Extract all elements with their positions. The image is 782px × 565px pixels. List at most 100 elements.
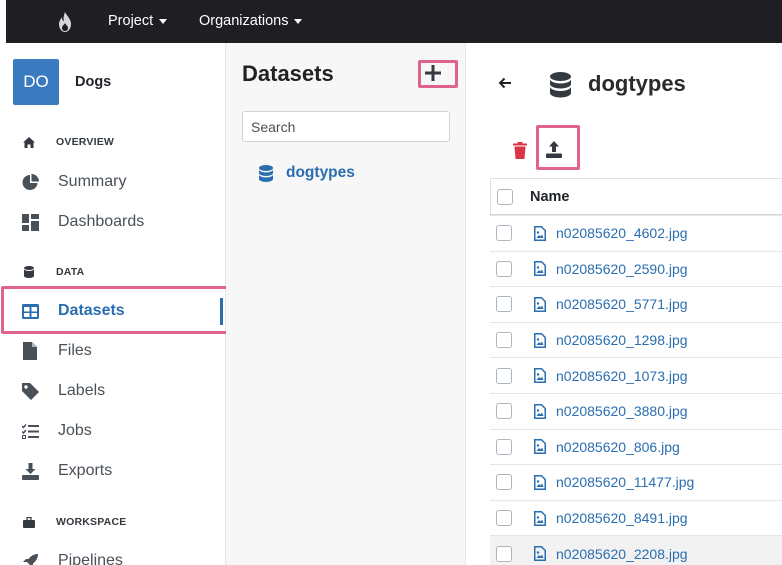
upload-button[interactable] (546, 141, 562, 158)
image-file-icon (534, 403, 546, 419)
sidebar-item-label: Exports (58, 462, 113, 479)
sidebar-item-label: Datasets (58, 302, 125, 319)
file-name-link[interactable]: n02085620_3880.jpg (556, 403, 688, 419)
database-icon (22, 265, 36, 279)
database-icon (259, 164, 273, 182)
image-file-icon (534, 261, 546, 277)
back-arrow-icon[interactable] (497, 75, 513, 91)
delete-button[interactable] (513, 142, 527, 159)
project-name[interactable]: Dogs (75, 74, 111, 90)
table-row[interactable]: n02085620_8491.jpg (490, 499, 782, 536)
file-name-link[interactable]: n02085620_8491.jpg (556, 510, 688, 526)
file-name-link[interactable]: n02085620_5771.jpg (556, 296, 688, 312)
sidebar-item-pipelines[interactable]: Pipelines (0, 541, 226, 565)
file-name-link[interactable]: n02085620_2208.jpg (556, 546, 688, 562)
file-icon (21, 342, 39, 360)
row-checkbox[interactable] (496, 545, 512, 562)
sidebar-item-label: Dashboards (58, 213, 145, 230)
sidebar-item-label: Jobs (58, 422, 92, 439)
image-file-icon (534, 332, 546, 348)
dataset-search-input[interactable] (242, 111, 450, 142)
briefcase-icon (22, 515, 36, 529)
project-menu-label: Project (108, 13, 154, 29)
project-menu[interactable]: Project (108, 13, 168, 29)
active-indicator (220, 298, 223, 325)
sidebar-item-label: Summary (58, 173, 127, 190)
table-row[interactable]: n02085620_1073.jpg (490, 357, 782, 393)
row-checkbox[interactable] (496, 403, 512, 420)
table-row[interactable]: n02085620_3880.jpg (490, 392, 782, 429)
table-row[interactable]: n02085620_806.jpg (490, 428, 782, 465)
row-checkbox[interactable] (496, 332, 512, 349)
row-checkbox[interactable] (496, 296, 512, 313)
dataset-list-item[interactable]: dogtypes (259, 164, 355, 182)
section-overview-label: OVERVIEW (56, 136, 115, 148)
sidebar-item-labels[interactable]: Labels (0, 371, 226, 411)
section-data: DATA (22, 265, 84, 279)
organizations-menu[interactable]: Organizations (199, 13, 303, 29)
file-name-link[interactable]: n02085620_1073.jpg (556, 368, 688, 384)
table-row[interactable]: n02085620_2590.jpg (490, 250, 782, 287)
sidebar-item-label: Files (58, 342, 92, 359)
table-row[interactable]: n02085620_1298.jpg (490, 321, 782, 358)
row-checkbox[interactable] (496, 225, 512, 242)
image-file-icon (534, 225, 546, 241)
sidebar-item-label: Labels (58, 382, 106, 399)
dashboard-grid-icon (21, 213, 39, 231)
dataset-detail: dogtypes Name n02085620_4602.jpg n0208562… (467, 43, 782, 565)
pie-chart-icon (21, 173, 39, 191)
tasks-list-icon (21, 422, 39, 440)
section-overview: OVERVIEW (22, 135, 114, 149)
top-navbar: Project Organizations (0, 0, 782, 43)
section-workspace-label: WORKSPACE (56, 516, 127, 528)
row-checkbox[interactable] (496, 438, 512, 455)
files-table: Name n02085620_4602.jpg n02085620_2590.jp… (490, 178, 782, 565)
download-icon (21, 462, 39, 480)
sidebar-item-datasets[interactable]: Datasets (0, 291, 226, 331)
table-row[interactable]: n02085620_4602.jpg (490, 215, 782, 251)
navbar-edge (0, 0, 6, 43)
section-data-label: DATA (56, 266, 85, 278)
file-name-link[interactable]: n02085620_806.jpg (556, 439, 680, 455)
add-dataset-button[interactable] (425, 65, 441, 81)
chevron-down-icon (159, 18, 168, 24)
sidebar-item-label: Pipelines (58, 552, 123, 565)
sidebar-item-files[interactable]: Files (0, 331, 226, 371)
row-checkbox[interactable] (496, 367, 512, 384)
database-icon (550, 72, 571, 98)
sidebar-item-exports[interactable]: Exports (0, 451, 226, 491)
image-file-icon (534, 474, 546, 490)
file-name-link[interactable]: n02085620_1298.jpg (556, 332, 688, 348)
datasets-panel-title: Datasets (242, 61, 334, 86)
flame-logo-icon[interactable] (56, 11, 74, 33)
select-all-checkbox[interactable] (497, 188, 513, 205)
row-checkbox[interactable] (496, 474, 512, 491)
datasets-panel: Datasets dogtypes (226, 43, 466, 565)
table-row[interactable]: n02085620_11477.jpg (490, 464, 782, 500)
file-name-link[interactable]: n02085620_2590.jpg (556, 261, 688, 277)
dataset-title: dogtypes (588, 71, 686, 96)
row-checkbox[interactable] (496, 510, 512, 527)
image-file-icon (534, 439, 546, 455)
table-header: Name (490, 178, 782, 215)
table-icon (21, 302, 39, 320)
home-icon (22, 135, 36, 149)
image-file-icon (534, 368, 546, 384)
sidebar-item-dashboards[interactable]: Dashboards (0, 202, 226, 242)
image-file-icon (534, 546, 546, 562)
table-row[interactable]: n02085620_5771.jpg (490, 286, 782, 322)
image-file-icon (534, 296, 546, 312)
image-file-icon (534, 510, 546, 526)
sidebar-item-jobs[interactable]: Jobs (0, 411, 226, 451)
sidebar-item-summary[interactable]: Summary (0, 162, 226, 202)
file-name-link[interactable]: n02085620_11477.jpg (556, 474, 694, 490)
file-name-link[interactable]: n02085620_4602.jpg (556, 225, 688, 241)
row-checkbox[interactable] (496, 260, 512, 277)
sidebar: DO Dogs OVERVIEW Summary Dashboards DATA… (0, 43, 239, 565)
tag-icon (21, 382, 39, 400)
project-avatar[interactable]: DO (13, 59, 59, 105)
table-row[interactable]: n02085620_2208.jpg (490, 535, 782, 565)
chevron-down-icon (294, 18, 303, 24)
column-header-name[interactable]: Name (530, 189, 570, 205)
section-workspace: WORKSPACE (22, 515, 126, 529)
